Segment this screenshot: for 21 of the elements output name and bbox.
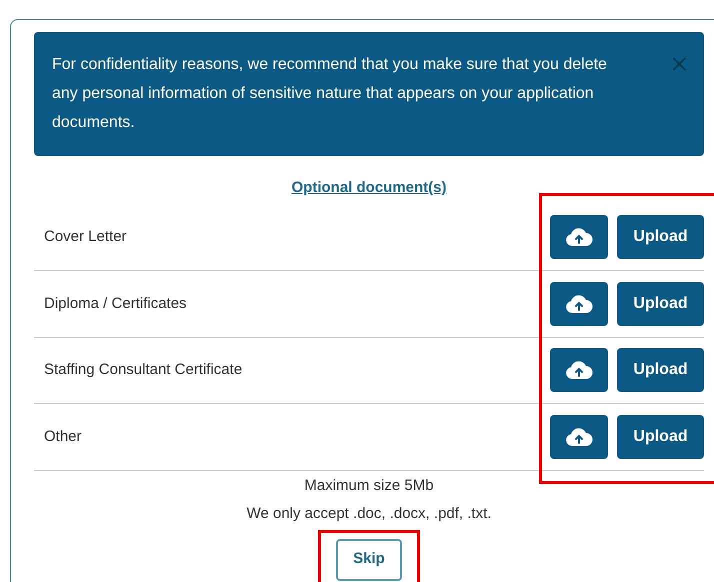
document-label: Diploma / Certificates — [43, 294, 187, 314]
cloud-upload-icon — [565, 426, 593, 447]
upload-button[interactable]: Upload — [617, 215, 704, 260]
file-requirement-text: We only accept .doc, .docx, .pdf, .txt. — [246, 504, 492, 524]
upload-icon-button[interactable] — [550, 282, 608, 326]
upload-icon-button[interactable] — [550, 215, 608, 260]
notice-text: For confidentiality reasons, we recommend that you make sure that you delete any personal information of sensitive nature that appears on your application documents. — [52, 55, 608, 133]
upload-button[interactable]: Upload — [617, 348, 704, 392]
upload-button[interactable]: Upload — [617, 282, 704, 326]
document-label: Other — [43, 426, 82, 446]
upload-icon-button[interactable] — [550, 348, 608, 392]
skip-button[interactable]: Skip — [336, 538, 402, 580]
document-label: Staffing Consultant Certificate — [43, 360, 242, 380]
optional-documents-link[interactable]: Optional document(s) — [292, 177, 446, 200]
upload-button[interactable]: Upload — [617, 414, 704, 459]
cloud-upload-icon — [565, 294, 593, 314]
cloud-upload-icon — [565, 227, 593, 248]
upload-icon-button[interactable] — [550, 414, 608, 459]
file-requirement-text: Maximum size 5Mb — [304, 476, 434, 496]
cloud-upload-icon — [565, 360, 593, 380]
document-label: Cover Letter — [43, 227, 127, 247]
